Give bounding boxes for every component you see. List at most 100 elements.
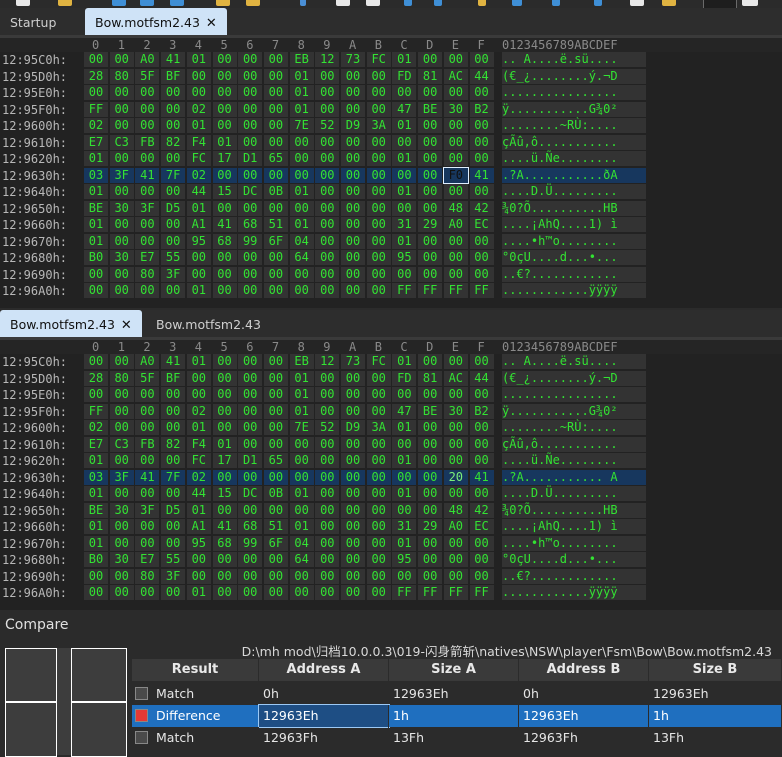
hex-row[interactable]: 12:96A0h: 00 00 00 00 01 00 00 00 00 00 00 00 FF FF FF F… xyxy=(0,283,782,299)
hex-byte[interactable]: 00 xyxy=(418,486,443,501)
hex-byte[interactable]: 00 xyxy=(263,585,288,600)
hex-row-ascii[interactable]: .?A...........ðA xyxy=(502,167,646,183)
hex-byte[interactable]: 00 xyxy=(186,85,211,100)
hex-byte[interactable]: 02 xyxy=(186,469,211,485)
hex-byte[interactable]: 00 xyxy=(469,85,494,100)
hex-byte[interactable]: 68 xyxy=(212,535,237,551)
hex-row-ascii[interactable]: ÿ...........G¾0² xyxy=(502,403,646,419)
hex-row-ascii[interactable]: ................ xyxy=(502,85,646,100)
hex-byte[interactable]: D1 xyxy=(238,151,263,166)
hex-byte[interactable]: 00 xyxy=(109,354,134,369)
hex-byte[interactable]: 3F xyxy=(135,200,160,216)
toolbar-save-all-icon[interactable] xyxy=(140,0,154,6)
hex-byte[interactable]: 00 xyxy=(263,101,288,117)
hex-byte[interactable]: 00 xyxy=(341,502,365,518)
hex-byte[interactable]: 00 xyxy=(212,68,237,84)
hex-row-ascii[interactable]: (€_¿........ý.¬D xyxy=(502,370,646,386)
hex-byte[interactable]: FD xyxy=(392,68,417,84)
hex-byte[interactable]: 00 xyxy=(109,217,134,232)
toolbar-redo-icon[interactable] xyxy=(434,0,442,6)
hex-byte[interactable]: 00 xyxy=(392,200,417,216)
hex-byte[interactable]: 47 xyxy=(392,101,417,117)
toolbar-dropdown[interactable] xyxy=(703,0,737,8)
hex-byte[interactable]: 80 xyxy=(135,568,160,584)
hex-byte[interactable]: 01 xyxy=(84,486,108,501)
hex-byte[interactable]: 01 xyxy=(186,283,211,298)
hex-byte[interactable]: 00 xyxy=(135,101,160,117)
hex-byte[interactable]: 3F xyxy=(109,469,134,485)
hex-byte[interactable]: 01 xyxy=(84,151,108,166)
hex-byte[interactable]: 00 xyxy=(263,403,288,419)
toolbar-new-icon[interactable] xyxy=(16,0,30,6)
hex-byte[interactable]: 00 xyxy=(469,568,494,584)
hex-byte[interactable]: FF xyxy=(392,283,417,298)
hex-row[interactable]: 12:95D0h: 28 80 5F BF 00 00 00 00 01 00 00 00 FD 81 AC 4… xyxy=(0,370,782,387)
hex-byte[interactable]: 02 xyxy=(84,118,108,133)
hex-byte[interactable]: 00 xyxy=(443,535,468,551)
hex-row-ascii[interactable]: çÃû‚ô........... xyxy=(502,436,646,452)
hex-byte[interactable]: 00 xyxy=(238,134,263,150)
hex-byte[interactable]: 00 xyxy=(315,568,340,584)
hex-byte[interactable]: 00 xyxy=(263,167,288,183)
hex-byte[interactable]: 00 xyxy=(366,469,391,485)
hex-byte[interactable]: 00 xyxy=(135,283,160,298)
hex-byte[interactable]: 7F xyxy=(161,167,186,183)
hex-byte[interactable]: 00 xyxy=(238,420,263,435)
hex-row[interactable]: 12:96A0h: 00 00 00 00 01 00 00 00 00 00 00 00 FF FF FF F… xyxy=(0,585,782,601)
hex-byte[interactable]: 41 xyxy=(469,469,494,485)
hex-row[interactable]: 12:95D0h: 28 80 5F BF 00 00 00 00 01 00 00 00 FD 81 AC 4… xyxy=(0,68,782,85)
hex-byte[interactable]: 95 xyxy=(186,535,211,551)
hex-byte[interactable]: E7 xyxy=(84,134,108,150)
hex-byte[interactable]: 02 xyxy=(186,167,211,183)
hex-byte[interactable]: 7E xyxy=(289,420,314,435)
hex-byte[interactable]: 00 xyxy=(418,167,443,183)
hex-byte[interactable]: 29 xyxy=(418,217,443,232)
hex-byte[interactable]: 01 xyxy=(289,217,314,232)
hex-byte[interactable]: 00 xyxy=(366,151,391,166)
hex-row[interactable]: 12:9630h: 03 3F 41 7F 02 00 00 00 00 00 00 00 00 00 20 4… xyxy=(0,469,782,486)
hex-byte[interactable]: 00 xyxy=(315,217,340,232)
hex-byte[interactable]: E7 xyxy=(84,436,108,452)
hex-byte[interactable]: 00 xyxy=(366,167,391,183)
toolbar-find-icon[interactable] xyxy=(478,0,486,6)
hex-byte[interactable]: 00 xyxy=(109,387,134,402)
hex-byte[interactable]: 00 xyxy=(366,266,391,282)
hex-row[interactable]: 12:9680h: B0 30 E7 55 00 00 00 00 64 00 00 00 95 00 00 0… xyxy=(0,250,782,266)
hex-byte[interactable]: 00 xyxy=(315,85,340,100)
hex-byte[interactable]: 00 xyxy=(341,535,365,551)
hex-byte[interactable]: 00 xyxy=(186,552,211,567)
hex-byte[interactable]: 00 xyxy=(341,68,365,84)
hex-byte[interactable]: 00 xyxy=(418,552,443,567)
hex-byte[interactable]: 00 xyxy=(109,52,134,67)
hex-byte[interactable]: 12 xyxy=(315,52,340,67)
hex-byte[interactable]: 00 xyxy=(366,200,391,216)
hex-byte[interactable]: 73 xyxy=(341,52,365,67)
hex-row[interactable]: 12:9650h: BE 30 3F D5 01 00 00 00 00 00 00 00 00 00 48 4… xyxy=(0,502,782,519)
hex-byte[interactable]: 00 xyxy=(366,184,391,199)
hex-row[interactable]: 12:9670h: 01 00 00 00 95 68 99 6F 04 00 00 00 01 00 00 0… xyxy=(0,535,782,552)
hex-byte[interactable]: AC xyxy=(443,370,468,386)
hex-byte[interactable]: 00 xyxy=(109,118,134,133)
hex-byte[interactable]: 64 xyxy=(289,552,314,567)
hex-byte[interactable]: 00 xyxy=(238,283,263,298)
hex-byte[interactable]: 00 xyxy=(135,403,160,419)
hex-byte[interactable]: 03 xyxy=(84,469,108,485)
hex-byte[interactable]: 00 xyxy=(161,387,186,402)
hex-byte[interactable]: 0B xyxy=(263,486,288,501)
hex-byte[interactable]: FF xyxy=(84,403,108,419)
hex-row[interactable]: 12:95C0h: 00 00 A0 41 01 00 00 00 EB 12 73 FC 01 00 00 0… xyxy=(0,354,782,370)
hex-byte[interactable]: D5 xyxy=(161,502,186,518)
hex-byte[interactable]: 00 xyxy=(469,134,494,150)
hex-byte[interactable]: 00 xyxy=(366,436,391,452)
hex-byte[interactable]: 01 xyxy=(392,535,417,551)
hex-byte[interactable]: 00 xyxy=(135,585,160,600)
hex-byte[interactable]: 00 xyxy=(186,568,211,584)
hex-byte[interactable]: 00 xyxy=(341,403,365,419)
hex-byte[interactable]: 00 xyxy=(469,436,494,452)
hex-byte[interactable]: 00 xyxy=(341,585,365,600)
hex-byte[interactable]: 00 xyxy=(341,134,365,150)
hex-byte[interactable]: 00 xyxy=(263,134,288,150)
hex-byte[interactable]: 00 xyxy=(109,453,134,468)
hex-byte[interactable]: 68 xyxy=(238,217,263,232)
hex-byte[interactable]: 00 xyxy=(418,420,443,435)
